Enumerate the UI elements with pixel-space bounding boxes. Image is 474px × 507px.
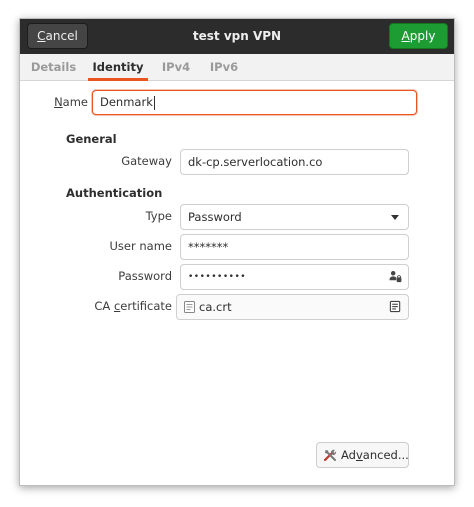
- cancel-button[interactable]: Cancel: [27, 23, 88, 49]
- username-input[interactable]: *******: [180, 234, 409, 260]
- authentication-heading: Authentication: [66, 186, 163, 200]
- name-input[interactable]: Denmark: [92, 90, 417, 115]
- tab-details[interactable]: Details: [26, 54, 81, 80]
- apply-button[interactable]: Apply: [389, 23, 448, 49]
- cancel-mnemonic: C: [37, 29, 46, 43]
- name-label-rest: ame: [62, 95, 88, 109]
- ca-label-rest: ertificate: [120, 299, 172, 313]
- name-label: Name: [40, 95, 88, 109]
- advanced-label-rest: anced...: [362, 448, 409, 462]
- header-bar: Cancel test vpn VPN Apply: [20, 19, 454, 54]
- ca-certificate-chooser[interactable]: ca.crt: [176, 294, 409, 320]
- tab-identity[interactable]: Identity: [88, 54, 148, 81]
- advanced-label: Advanced...: [341, 443, 409, 467]
- password-label: Password: [118, 269, 172, 283]
- document-icon[interactable]: [389, 300, 402, 313]
- type-dropdown[interactable]: Password: [180, 204, 409, 230]
- tab-ipv4[interactable]: IPv4: [156, 54, 196, 80]
- name-input-value: Denmark: [100, 95, 153, 109]
- text-cursor: [153, 95, 155, 110]
- gateway-label: Gateway: [121, 154, 172, 168]
- ca-certificate-label: CA certificate: [60, 299, 172, 313]
- password-input-value: ••••••••••: [188, 272, 247, 282]
- tab-ipv6[interactable]: IPv6: [204, 54, 244, 80]
- file-icon: [184, 301, 195, 313]
- tools-icon: [323, 449, 337, 462]
- ca-certificate-value: ca.crt: [199, 300, 232, 314]
- vpn-settings-dialog: Cancel test vpn VPN Apply Details Identi…: [19, 18, 455, 486]
- apply-label-rest: pply: [409, 29, 436, 43]
- cancel-label-rest: ancel: [45, 29, 78, 43]
- advanced-label-mnemonic: v: [355, 448, 363, 462]
- advanced-button[interactable]: Advanced...: [316, 442, 409, 468]
- password-input[interactable]: ••••••••••: [180, 264, 409, 290]
- general-heading: General: [66, 132, 117, 146]
- tab-bar: Details Identity IPv4 IPv6: [20, 54, 454, 81]
- type-label: Type: [145, 209, 172, 223]
- username-input-value: *******: [188, 240, 229, 254]
- ca-label-pre: CA: [94, 299, 114, 313]
- apply-mnemonic: A: [401, 29, 410, 43]
- name-label-mnemonic: N: [54, 95, 63, 109]
- user-lock-icon[interactable]: [389, 270, 402, 283]
- advanced-label-pre: Ad: [341, 448, 356, 462]
- username-label: User name: [109, 239, 172, 253]
- gateway-input-value: dk-cp.serverlocation.co: [188, 155, 323, 169]
- chevron-down-icon: [391, 215, 399, 220]
- gateway-input[interactable]: dk-cp.serverlocation.co: [180, 149, 409, 175]
- type-dropdown-value: Password: [188, 210, 242, 224]
